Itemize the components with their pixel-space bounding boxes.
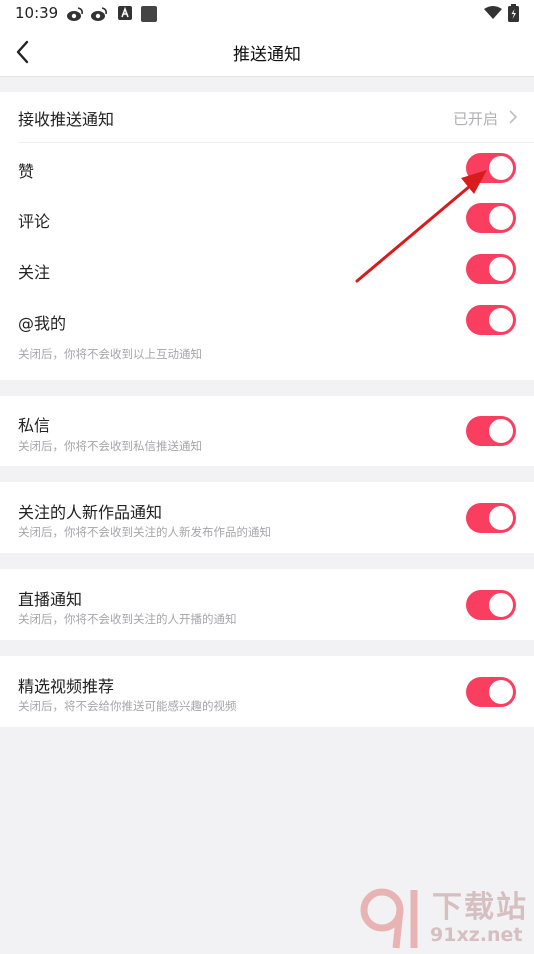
toggle-knob xyxy=(489,506,513,530)
wifi-icon xyxy=(484,6,502,19)
messages-note: 关闭后，你将不会收到私信推送通知 xyxy=(18,439,202,453)
mention-toggle[interactable] xyxy=(466,305,516,335)
interaction-notifications-card: 接收推送通知 已开启 赞 评论 关注 @我的 关闭后，你将不会收到以上互动通知 xyxy=(0,92,534,380)
weibo-icon xyxy=(91,7,107,21)
recommend-note: 关闭后，将不会给你推送可能感兴趣的视频 xyxy=(18,699,237,713)
divider xyxy=(18,142,534,143)
app-a-icon xyxy=(118,6,132,20)
messages-toggle[interactable] xyxy=(466,416,516,446)
follow-works-card: 关注的人新作品通知 关闭后，你将不会收到关注的人新发布作品的通知 xyxy=(0,482,534,553)
interaction-note: 关闭后，你将不会收到以上互动通知 xyxy=(18,347,202,361)
follow-works-toggle[interactable] xyxy=(466,503,516,533)
live-card: 直播通知 关闭后，你将不会收到关注的人开播的通知 xyxy=(0,569,534,640)
live-note: 关闭后，你将不会收到关注的人开播的通知 xyxy=(18,612,237,626)
mention-label: @我的 xyxy=(18,314,67,333)
follow-works-label: 关注的人新作品通知 xyxy=(18,503,163,522)
live-label: 直播通知 xyxy=(18,590,83,609)
receive-push-status: 已开启 xyxy=(452,110,498,128)
messages-card: 私信 关闭后，你将不会收到私信推送通知 xyxy=(0,396,534,466)
toggle-knob xyxy=(489,257,513,281)
watermark-brand: 下载站 xyxy=(432,890,528,925)
status-time: 10:39 xyxy=(15,4,59,22)
messages-label: 私信 xyxy=(18,416,51,435)
recommend-toggle[interactable] xyxy=(466,677,516,707)
watermark: 下载站 91xz.net xyxy=(356,880,534,950)
toggle-knob xyxy=(489,593,513,617)
comment-label: 评论 xyxy=(18,212,51,231)
chevron-right-icon xyxy=(509,110,518,124)
follow-works-note: 关闭后，你将不会收到关注的人新发布作品的通知 xyxy=(18,525,271,539)
notification-square-icon xyxy=(141,6,157,22)
status-bar: 10:39 xyxy=(0,0,534,28)
comment-toggle[interactable] xyxy=(466,203,516,233)
receive-push-row[interactable]: 接收推送通知 已开启 xyxy=(0,92,534,142)
toggle-knob xyxy=(489,206,513,230)
watermark-domain: 91xz.net xyxy=(430,924,523,946)
receive-push-label: 接收推送通知 xyxy=(18,110,115,129)
follow-label: 关注 xyxy=(18,263,51,282)
recommend-label: 精选视频推荐 xyxy=(18,677,115,696)
recommend-card: 精选视频推荐 关闭后，将不会给你推送可能感兴趣的视频 xyxy=(0,656,534,727)
top-navigation-bar: 推送通知 xyxy=(0,28,534,77)
toggle-knob xyxy=(489,680,513,704)
toggle-knob xyxy=(489,419,513,443)
like-label: 赞 xyxy=(18,162,35,181)
follow-toggle[interactable] xyxy=(466,254,516,284)
weibo-icon xyxy=(67,7,83,21)
live-toggle[interactable] xyxy=(466,590,516,620)
toggle-knob xyxy=(489,156,513,180)
battery-icon xyxy=(508,4,519,22)
toggle-knob xyxy=(489,308,513,332)
like-toggle[interactable] xyxy=(466,153,516,183)
page-title: 推送通知 xyxy=(233,45,301,65)
